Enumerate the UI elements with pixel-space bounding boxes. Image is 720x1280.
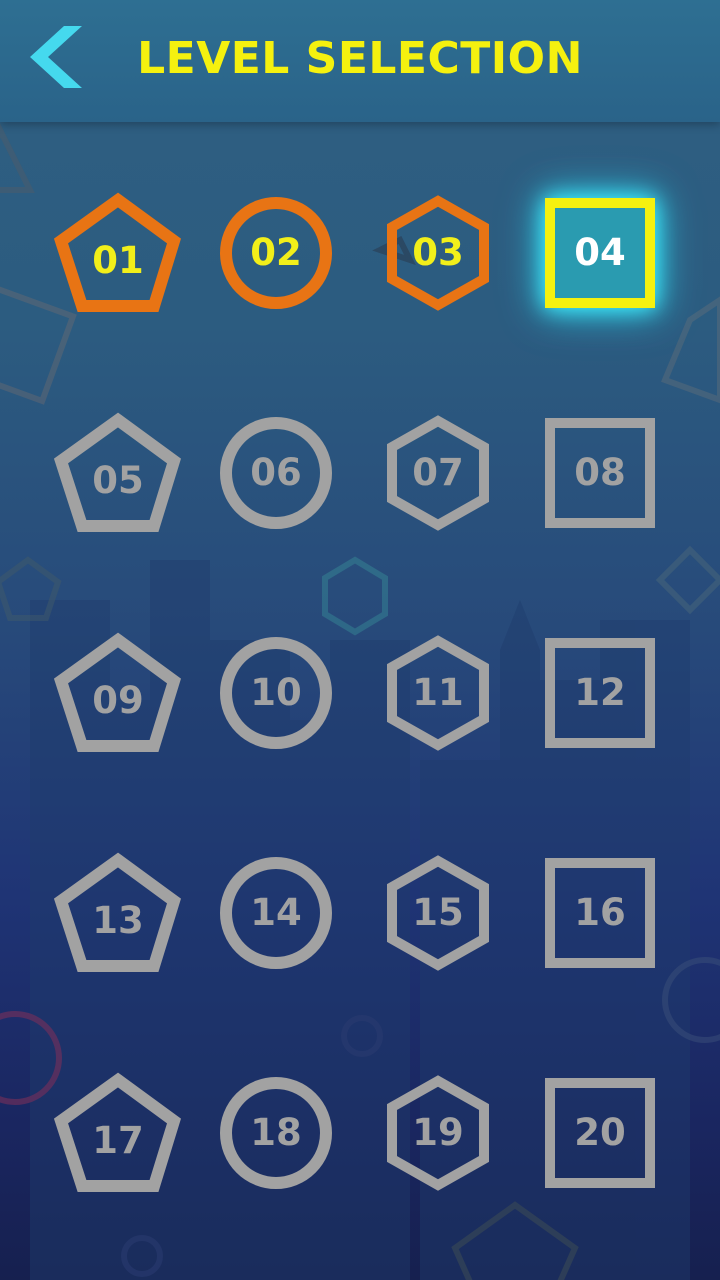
level-number: 16 xyxy=(574,891,626,934)
level-number: 12 xyxy=(574,671,626,714)
level-button[interactable]: 01 xyxy=(48,183,188,323)
level-number: 05 xyxy=(92,459,144,502)
level-number: 06 xyxy=(250,451,302,494)
level-button[interactable]: 09 xyxy=(48,623,188,763)
level-number: 20 xyxy=(574,1111,626,1154)
level-button[interactable]: 04 xyxy=(530,183,670,323)
level-number: 11 xyxy=(412,671,464,714)
level-button[interactable]: 02 xyxy=(206,183,346,323)
level-button[interactable]: 13 xyxy=(48,843,188,983)
level-button[interactable]: 12 xyxy=(530,623,670,763)
level-number: 15 xyxy=(412,891,464,934)
level-button[interactable]: 10 xyxy=(206,623,346,763)
level-button[interactable]: 19 xyxy=(368,1063,508,1203)
level-button[interactable]: 06 xyxy=(206,403,346,543)
level-button[interactable]: 07 xyxy=(368,403,508,543)
level-number: 02 xyxy=(250,231,302,274)
level-button[interactable]: 20 xyxy=(530,1063,670,1203)
level-button[interactable]: 16 xyxy=(530,843,670,983)
level-button[interactable]: 05 xyxy=(48,403,188,543)
level-number: 04 xyxy=(574,231,626,274)
level-button[interactable]: 11 xyxy=(368,623,508,763)
page-title: LEVEL SELECTION xyxy=(137,33,583,84)
level-number: 13 xyxy=(92,899,144,942)
level-number: 03 xyxy=(412,231,464,274)
top-bar: LEVEL SELECTION xyxy=(0,0,720,122)
level-number: 19 xyxy=(412,1111,464,1154)
level-number: 10 xyxy=(250,671,302,714)
level-number: 01 xyxy=(92,239,144,282)
level-button[interactable]: 08 xyxy=(530,403,670,543)
level-number: 07 xyxy=(412,451,464,494)
level-number: 18 xyxy=(250,1111,302,1154)
level-button[interactable]: 14 xyxy=(206,843,346,983)
level-number: 09 xyxy=(92,679,144,722)
level-button[interactable]: 03 xyxy=(368,183,508,323)
level-number: 17 xyxy=(92,1119,144,1162)
level-number: 14 xyxy=(250,891,302,934)
level-button[interactable]: 15 xyxy=(368,843,508,983)
level-button[interactable]: 18 xyxy=(206,1063,346,1203)
level-button[interactable]: 17 xyxy=(48,1063,188,1203)
level-number: 08 xyxy=(574,451,626,494)
